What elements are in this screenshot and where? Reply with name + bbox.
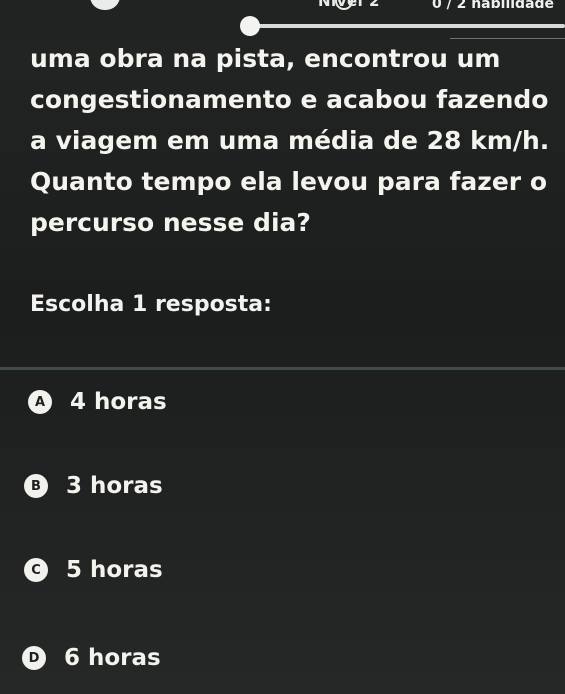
answer-list: A 4 horas B 3 horas C 5 horas D 6 horas (0, 370, 565, 694)
option-letter-badge: C (24, 558, 48, 582)
option-text: 3 horas (66, 473, 163, 499)
progress-knob (240, 16, 260, 36)
top-bar: Nível 2 i 0 / 2 habilidade (0, 0, 565, 40)
progress-track (250, 24, 565, 28)
answer-option-c[interactable]: C 5 horas (24, 538, 324, 602)
option-letter-badge: D (22, 646, 46, 670)
answer-option-b[interactable]: B 3 horas (24, 454, 324, 518)
option-letter-badge: A (28, 390, 52, 414)
level-indicator-icon (90, 0, 120, 10)
option-letter-badge: B (24, 474, 48, 498)
answer-prompt: Escolha 1 resposta: (30, 292, 272, 317)
exercise-screen: Nível 2 i 0 / 2 habilidade uma obra na p… (0, 0, 565, 694)
option-text: 6 horas (64, 645, 161, 671)
option-text: 4 horas (70, 389, 167, 415)
answer-option-a[interactable]: A 4 horas (28, 370, 328, 434)
skill-count: 0 / 2 habilidade (432, 0, 555, 12)
question-text: uma obra na pista, encontrou um congesti… (30, 44, 550, 237)
option-text: 5 horas (66, 557, 163, 583)
answer-option-d[interactable]: D 6 horas (22, 626, 322, 690)
